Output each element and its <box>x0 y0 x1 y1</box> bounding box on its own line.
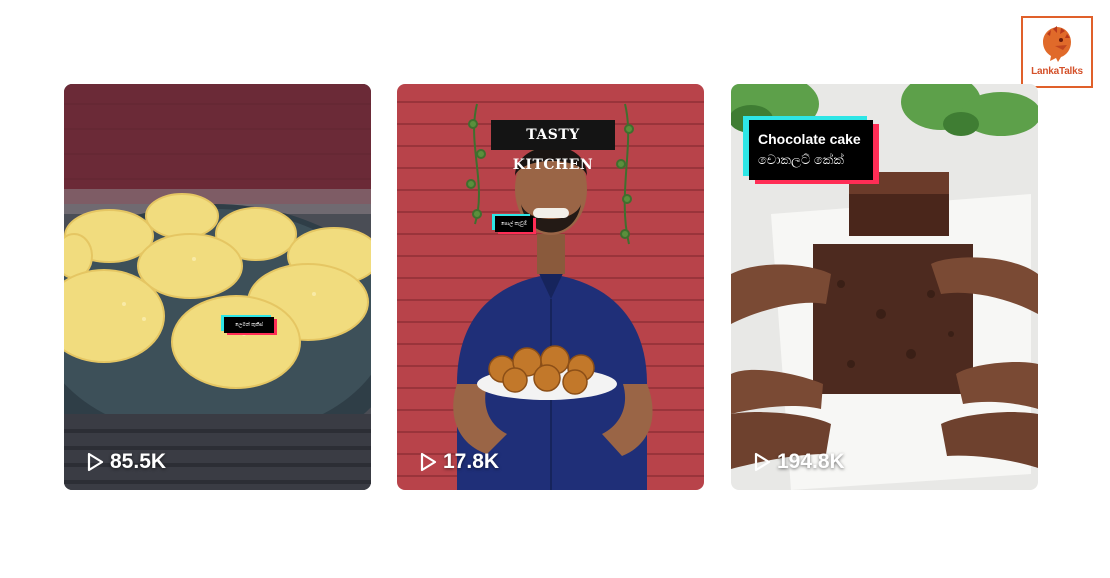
view-count-text: 194.8K <box>777 450 845 473</box>
lankatalks-logo: LankaTalks <box>1021 16 1093 88</box>
view-count-text: 85.5K <box>110 450 167 473</box>
play-icon <box>87 452 104 472</box>
video-card-2[interactable]: TASTY KITCHEN පොල් කැවුම් 17.8K <box>397 84 704 490</box>
view-count: 17.8K <box>419 450 499 474</box>
video-caption: Chocolate cake චොකලට් කේක් <box>749 120 873 180</box>
play-icon <box>420 452 437 472</box>
logo-text: LankaTalks <box>1031 66 1083 77</box>
view-count: 85.5K <box>86 450 166 474</box>
view-count: 194.8K <box>753 450 845 474</box>
video-card-3[interactable]: Chocolate cake චොකලට් කේක් 194.8K <box>731 84 1038 490</box>
lion-icon <box>1043 26 1071 62</box>
caption-line-1: Chocolate cake <box>758 131 861 147</box>
view-count-text: 17.8K <box>443 450 500 473</box>
video-card-1[interactable]: ලෙමන් කුකීස් 85.5K <box>64 84 371 490</box>
video-tag: ලෙමන් කුකීස් <box>224 317 274 333</box>
video-tag: පොල් කැවුම් <box>495 216 533 232</box>
caption-line-2: චොකලට් කේක් <box>758 152 844 167</box>
video-thumbnail-cookies <box>64 84 371 490</box>
play-icon <box>754 452 771 472</box>
kitchen-sign: TASTY KITCHEN <box>491 120 615 173</box>
